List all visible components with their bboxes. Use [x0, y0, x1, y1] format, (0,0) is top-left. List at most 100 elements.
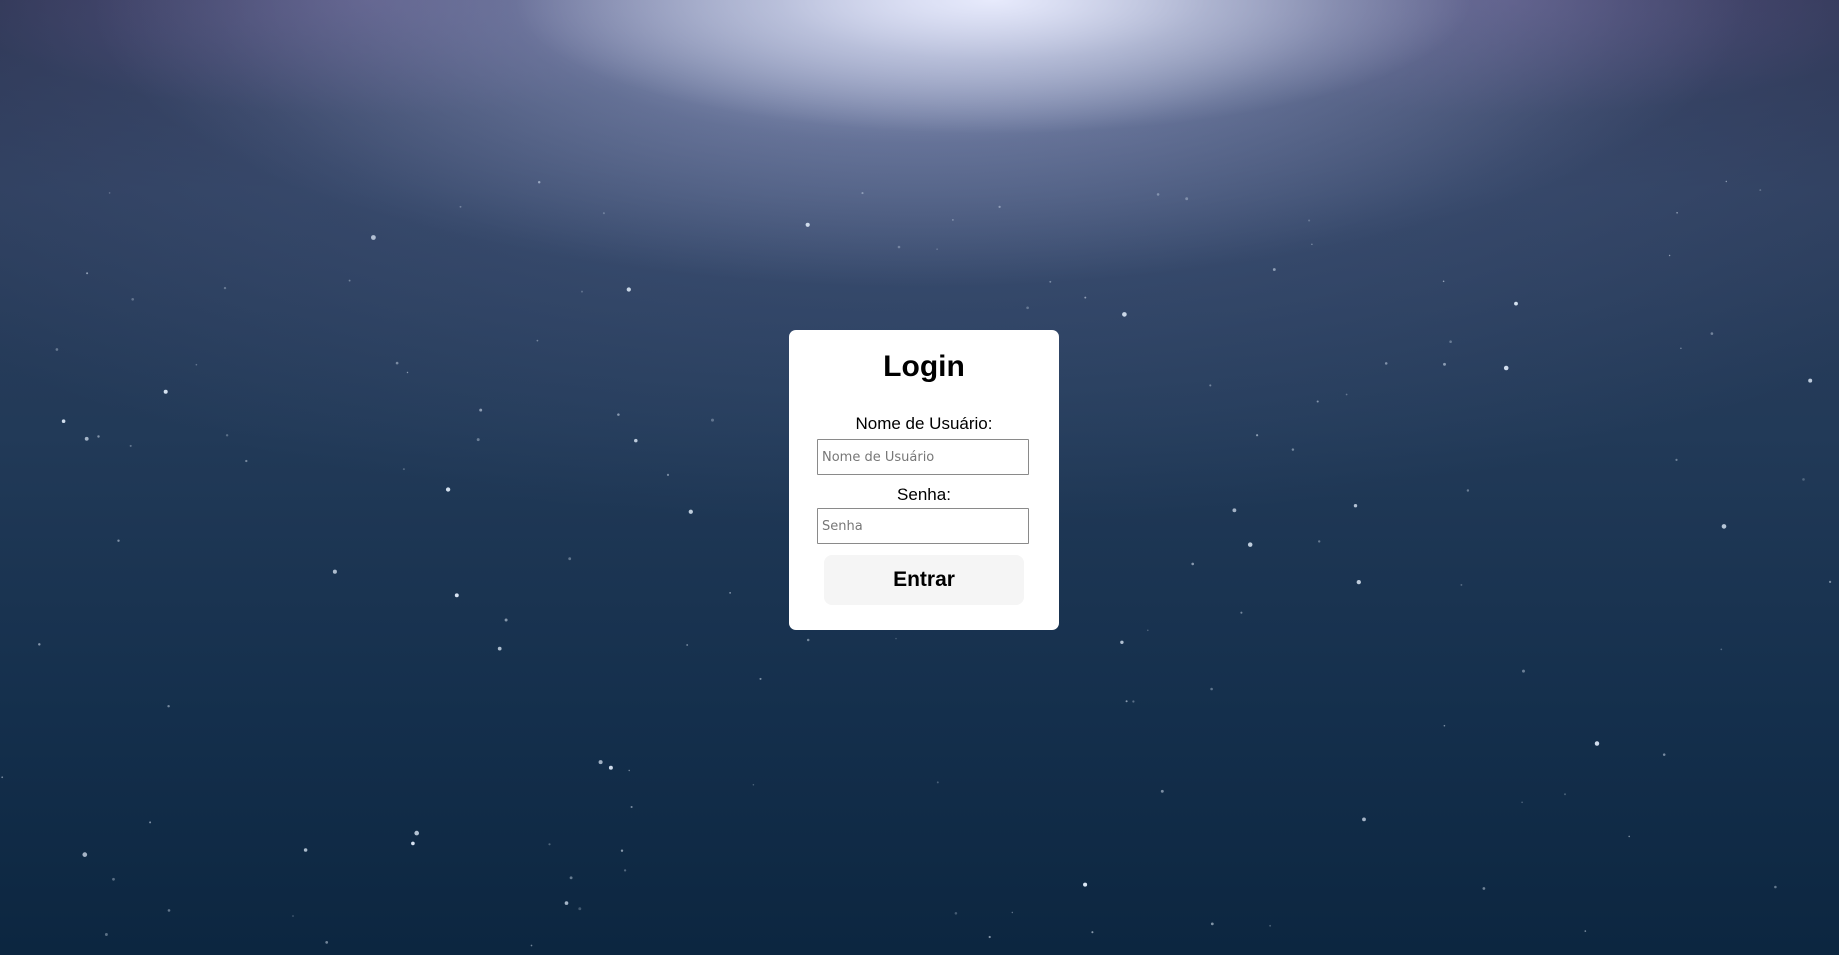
star: [569, 876, 573, 880]
star: [688, 509, 693, 514]
star: [620, 849, 624, 852]
star: [1362, 817, 1366, 822]
star: [617, 413, 620, 416]
star: [630, 805, 633, 809]
star: [1308, 219, 1311, 222]
star: [1209, 384, 1212, 387]
star: [225, 434, 229, 437]
star: [578, 907, 582, 911]
star: [332, 569, 337, 574]
star: [608, 765, 613, 770]
star: [568, 557, 572, 561]
star: [537, 181, 541, 184]
star: [1356, 579, 1361, 585]
star: [806, 638, 810, 642]
password-label: Senha:: [897, 485, 951, 504]
star: [1345, 393, 1348, 396]
star: [1482, 887, 1486, 890]
star: [1759, 189, 1762, 192]
star: [1291, 448, 1295, 451]
star: [411, 841, 415, 846]
star: [1132, 700, 1135, 703]
star: [1049, 280, 1052, 283]
star: [38, 643, 41, 646]
star: [1514, 301, 1518, 306]
star: [1026, 306, 1029, 310]
star: [805, 222, 810, 227]
star: [1449, 340, 1452, 343]
star: [530, 944, 533, 947]
star: [936, 781, 939, 784]
star: [167, 704, 170, 708]
star: [1210, 687, 1213, 691]
star: [1466, 489, 1470, 492]
star: [752, 784, 755, 786]
star: [479, 408, 483, 412]
star: [686, 644, 689, 646]
star: [1084, 296, 1087, 299]
star: [82, 852, 88, 857]
star: [1802, 478, 1805, 481]
star: [1316, 400, 1319, 403]
star: [55, 348, 59, 351]
star: [1156, 193, 1160, 196]
star: [954, 912, 958, 915]
star: [626, 287, 631, 292]
star: [861, 192, 864, 195]
star: [988, 935, 991, 939]
star: [1210, 922, 1214, 926]
star: [402, 468, 405, 471]
username-label: Nome de Usuário:: [855, 414, 993, 433]
star: [476, 438, 480, 442]
star: [1191, 562, 1195, 566]
star: [108, 192, 111, 194]
login-submit-button[interactable]: Entrar: [824, 555, 1024, 605]
star: [1125, 700, 1128, 703]
star: [445, 487, 451, 492]
star: [117, 539, 120, 542]
star: [163, 389, 168, 394]
star: [348, 279, 351, 282]
star: [1247, 542, 1253, 547]
star: [1774, 885, 1777, 889]
star: [1240, 611, 1243, 614]
star: [998, 205, 1001, 209]
star: [602, 212, 605, 215]
star: [1272, 268, 1276, 271]
star: [628, 769, 630, 772]
star: [1442, 280, 1445, 283]
star: [897, 245, 901, 249]
star: [1256, 434, 1259, 437]
star: [623, 869, 627, 872]
star: [292, 915, 294, 917]
star: [406, 371, 409, 374]
star: [1522, 669, 1525, 673]
star: [548, 843, 551, 846]
login-card: Login Nome de Usuário: Senha: Entrar: [789, 330, 1059, 630]
star: [666, 473, 670, 476]
star: [454, 593, 459, 598]
star: [1011, 911, 1014, 914]
password-input[interactable]: [817, 508, 1029, 544]
star: [1676, 211, 1678, 214]
star: [1721, 524, 1727, 529]
star: [223, 286, 227, 290]
star: [61, 419, 66, 423]
star: [1710, 332, 1714, 335]
star: [729, 592, 731, 594]
star: [1725, 180, 1728, 183]
star: [1120, 640, 1124, 645]
star: [759, 677, 762, 680]
star: [936, 248, 938, 250]
star: [1091, 931, 1094, 934]
star: [414, 830, 420, 836]
star: [245, 459, 248, 463]
star: [564, 901, 569, 905]
star: [303, 848, 308, 852]
username-input[interactable]: [817, 439, 1029, 475]
star: [1628, 835, 1631, 838]
star: [1384, 362, 1388, 365]
star: [195, 363, 198, 366]
star: [112, 877, 115, 881]
star: [1185, 197, 1189, 201]
